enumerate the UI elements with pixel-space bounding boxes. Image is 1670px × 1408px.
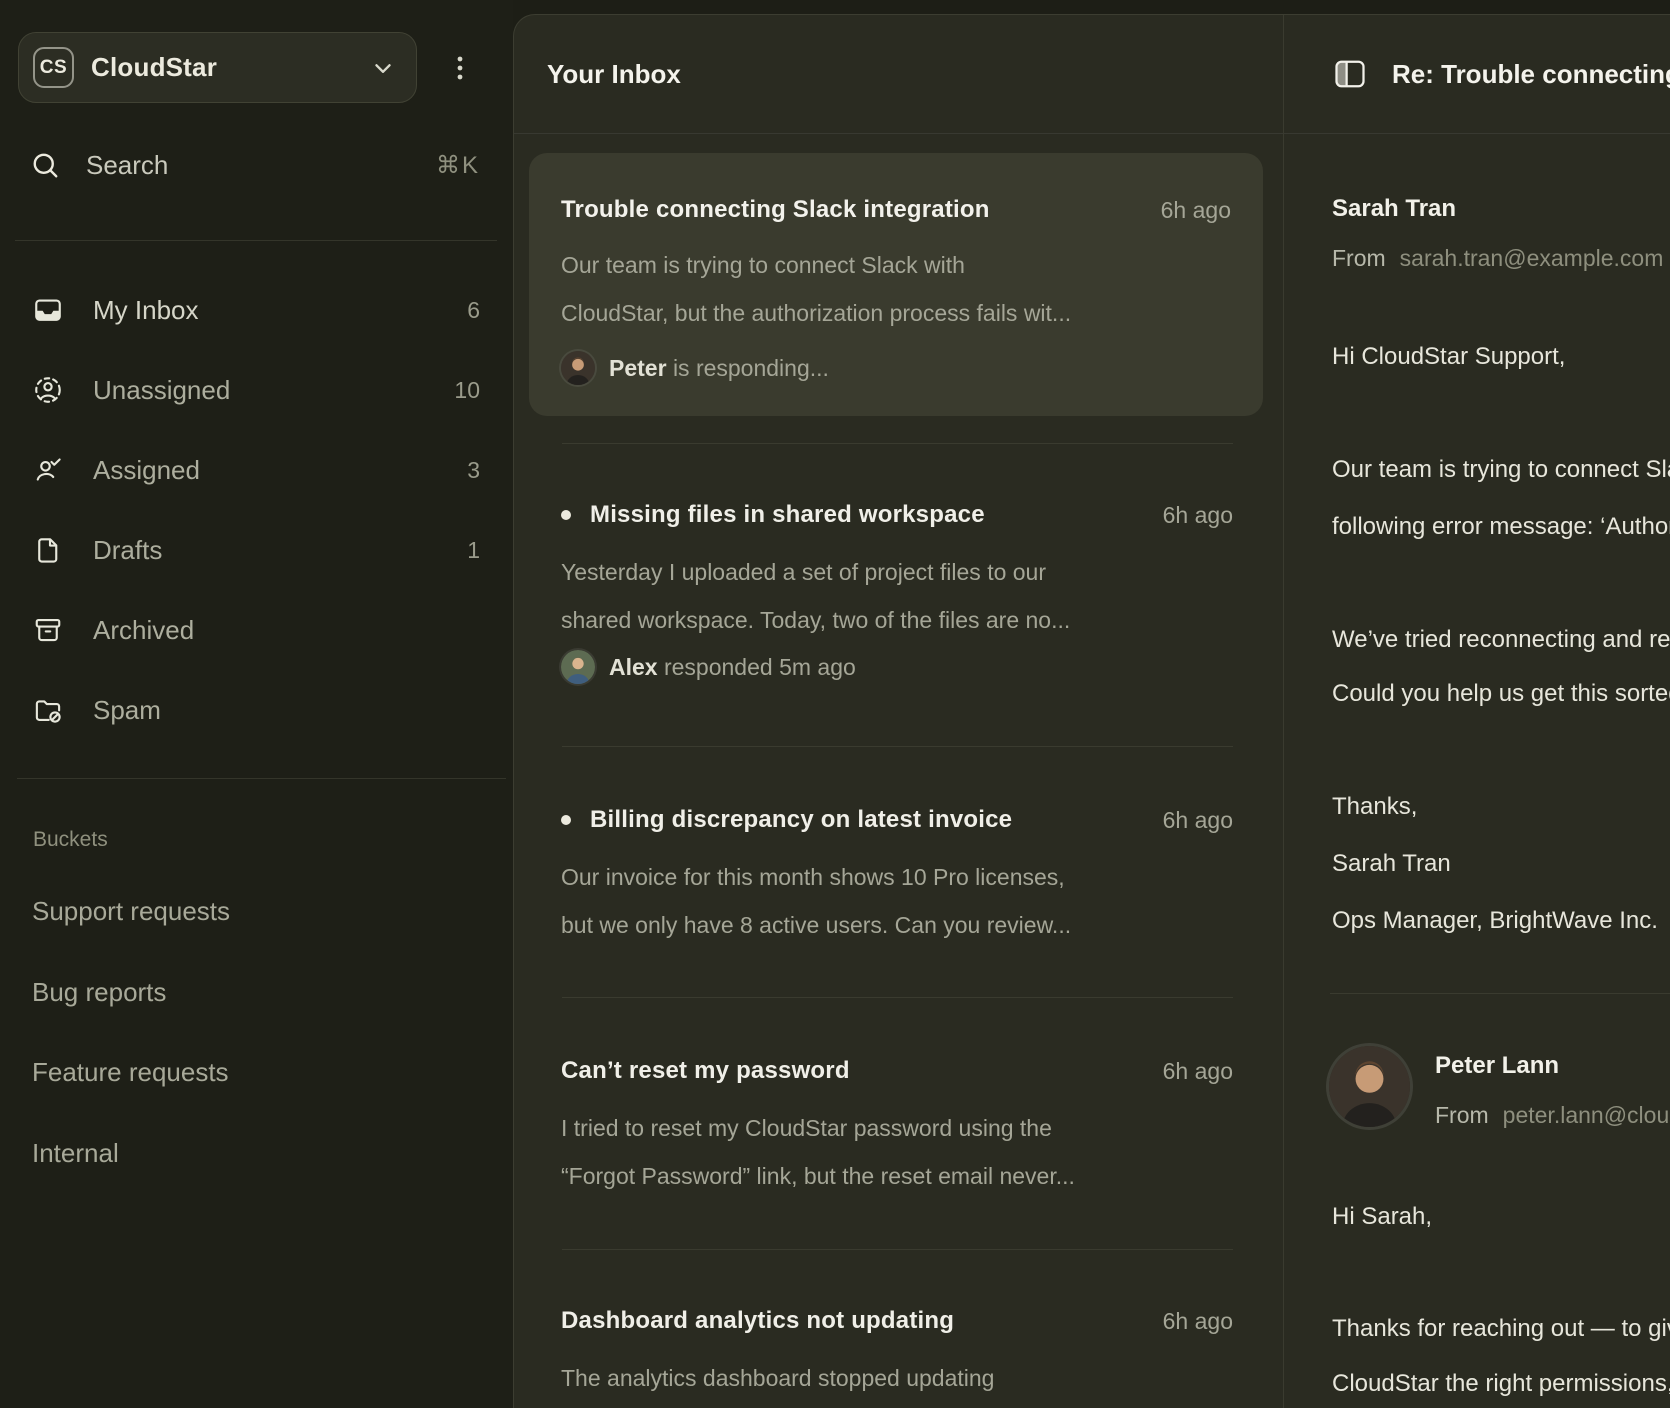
conversation-item[interactable]: Can’t reset my password 6h ago I tried t…: [514, 997, 1283, 1200]
conversation-title: Trouble connecting Slack integration: [561, 196, 990, 224]
conversation-preview: Our invoice for this month shows 10 Pro …: [561, 853, 1233, 949]
workspace-name: CloudStar: [91, 52, 217, 83]
conversation-item[interactable]: Dashboard analytics not updating 6h ago …: [514, 1249, 1283, 1402]
conversation-time: 6h ago: [1141, 197, 1231, 224]
conversation-item-selected[interactable]: Trouble connecting Slack integration 6h …: [529, 153, 1263, 416]
sidebar-item-label: Spam: [93, 695, 161, 726]
inbox-header: Your Inbox: [514, 15, 1283, 134]
search-label: Search: [86, 150, 168, 181]
sidebar-item-my-inbox[interactable]: My Inbox 6: [0, 270, 513, 350]
conversation-time: 6h ago: [1143, 1308, 1233, 1335]
inbox-icon: [33, 295, 63, 325]
conversation-preview: The analytics dashboard stopped updating: [561, 1354, 1233, 1402]
archive-icon: [33, 615, 63, 645]
sidebar-nav: My Inbox 6 Unassigned 10: [0, 270, 513, 750]
bucket-label: Feature requests: [32, 1057, 229, 1088]
sidebar-item-spam[interactable]: Spam: [0, 670, 513, 750]
sidebar-item-count: 3: [467, 457, 480, 484]
sidebar-item-unassigned[interactable]: Unassigned 10: [0, 350, 513, 430]
sender-name: Sarah Tran: [1332, 193, 1456, 225]
chevron-down-icon: [370, 55, 396, 81]
workspace-initials: CS: [40, 57, 67, 79]
sidebar-item-label: Unassigned: [93, 375, 230, 406]
conversation-time: 6h ago: [1143, 502, 1233, 529]
message-paragraph: Our team is trying to connect Slack with…: [1332, 441, 1670, 555]
sidebar-item-support-requests[interactable]: Support requests: [32, 895, 230, 927]
message-paragraph: Hi CloudStar Support,: [1332, 339, 1565, 375]
user-check-icon: [33, 455, 63, 485]
inbox-title: Your Inbox: [547, 59, 681, 90]
main-panel: Your Inbox Trouble connecting Slack inte…: [513, 14, 1670, 1408]
conversation-title: Missing files in shared workspace: [590, 501, 985, 529]
conversation-list-panel: Your Inbox Trouble connecting Slack inte…: [514, 15, 1283, 1408]
workspace-logo: CS: [33, 47, 74, 88]
sidebar-divider: [17, 778, 506, 779]
from-label: From: [1332, 242, 1386, 274]
bucket-label: Internal: [32, 1138, 119, 1169]
toggle-sidebar-panel-icon[interactable]: [1335, 60, 1365, 88]
search-shortcut: ⌘K: [436, 151, 480, 180]
message-paragraph: We’ve tried reconnecting and re-authoriz…: [1332, 613, 1670, 721]
sidebar-item-internal[interactable]: Internal: [32, 1137, 119, 1169]
sidebar-item-feature-requests[interactable]: Feature requests: [32, 1056, 229, 1088]
sender-from-row: From peter.lann@cloudstar.com: [1435, 1099, 1670, 1131]
sidebar: CS CloudStar Search ⌘K My Inbox 6: [0, 0, 513, 1408]
message-paragraph: Hi Sarah,: [1332, 1199, 1432, 1235]
from-label: From: [1435, 1099, 1489, 1131]
sidebar-item-count: 10: [454, 377, 480, 404]
kebab-menu-icon: [447, 48, 473, 88]
unread-dot: [561, 815, 571, 825]
sidebar-item-drafts[interactable]: Drafts 1: [0, 510, 513, 590]
peter-avatar: [561, 351, 595, 385]
conversation-footer: Alex responded 5m ago: [561, 650, 1233, 684]
sidebar-item-label: Assigned: [93, 455, 200, 486]
conversation-title: Can’t reset my password: [561, 1057, 850, 1085]
buckets-section-title: Buckets: [33, 828, 108, 852]
workspace-switcher[interactable]: CS CloudStar: [18, 32, 417, 103]
sender-email: sarah.tran@example.com: [1400, 242, 1664, 274]
unread-dot: [561, 510, 571, 520]
sidebar-item-label: Drafts: [93, 535, 162, 566]
bucket-label: Bug reports: [32, 977, 166, 1008]
conversation-footer: Peter is responding...: [561, 351, 1231, 385]
detail-header: Re: Trouble connecting Slack integration: [1284, 15, 1670, 134]
bucket-label: Support requests: [32, 896, 230, 927]
search-button[interactable]: Search ⌘K: [30, 140, 480, 190]
sidebar-item-assigned[interactable]: Assigned 3: [0, 430, 513, 510]
file-icon: [33, 535, 63, 565]
sender-name: Peter Lann: [1435, 1050, 1559, 1082]
sidebar-item-label: Archived: [93, 615, 194, 646]
reply-status: Alex responded 5m ago: [609, 654, 856, 681]
detail-title: Re: Trouble connecting Slack integration: [1392, 59, 1670, 90]
sidebar-item-count: 6: [467, 297, 480, 324]
sidebar-item-count: 1: [467, 537, 480, 564]
sidebar-item-bug-reports[interactable]: Bug reports: [32, 976, 166, 1008]
sidebar-menu-button[interactable]: [446, 46, 474, 90]
conversation-preview: Our team is trying to connect Slack with…: [561, 241, 1231, 337]
message-paragraph: Thanks for reaching out — to give CloudS…: [1332, 1301, 1670, 1408]
conversation-title: Dashboard analytics not updating: [561, 1307, 954, 1335]
conversation-item[interactable]: Missing files in shared workspace 6h ago…: [514, 443, 1283, 684]
alex-avatar: [561, 650, 595, 684]
search-icon: [30, 150, 60, 180]
conversation-time: 6h ago: [1143, 1058, 1233, 1085]
conversation-item[interactable]: Billing discrepancy on latest invoice 6h…: [514, 746, 1283, 949]
conversation-detail-panel: Re: Trouble connecting Slack integration…: [1283, 15, 1670, 1408]
sidebar-item-archived[interactable]: Archived: [0, 590, 513, 670]
user-dashed-circle-icon: [33, 375, 63, 405]
typing-status: Peter is responding...: [609, 355, 829, 382]
conversation-title: Billing discrepancy on latest invoice: [590, 806, 1012, 834]
folder-slash-icon: [33, 695, 63, 725]
peter-avatar-large: [1329, 1046, 1410, 1127]
conversation-preview: Yesterday I uploaded a set of project fi…: [561, 548, 1233, 644]
conversation-preview: I tried to reset my CloudStar password u…: [561, 1104, 1233, 1200]
sidebar-divider: [15, 240, 497, 241]
message-signature: Thanks, Sarah Tran Ops Manager, BrightWa…: [1332, 778, 1658, 949]
message-divider: [1330, 993, 1670, 994]
sender-email: peter.lann@cloudstar.com: [1503, 1099, 1670, 1131]
sidebar-item-label: My Inbox: [93, 295, 199, 326]
conversation-time: 6h ago: [1143, 807, 1233, 834]
sender-from-row: From sarah.tran@example.com: [1332, 242, 1663, 274]
